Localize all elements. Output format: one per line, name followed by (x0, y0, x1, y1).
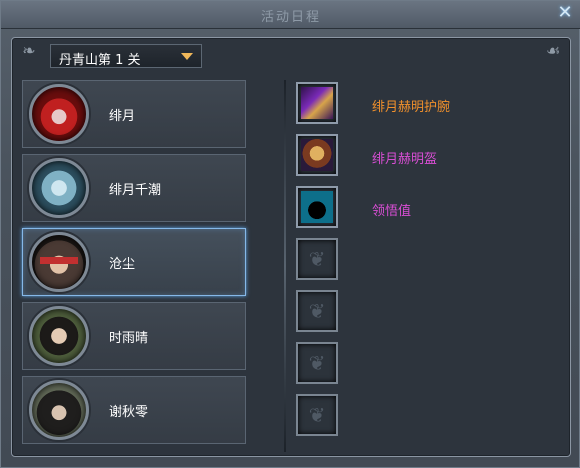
character-row-cangchen[interactable]: 沧尘 (22, 228, 246, 296)
insight-icon (301, 191, 333, 223)
reward-slot[interactable] (296, 134, 338, 176)
chevron-down-icon[interactable] (181, 53, 193, 60)
reward-slot[interactable] (296, 186, 338, 228)
bracer-icon (301, 87, 333, 119)
empty-slot-icon: ❦ (308, 403, 326, 427)
reward-row: 领悟值 (294, 186, 554, 230)
reward-row: ❦ (294, 394, 554, 438)
empty-slot-icon: ❦ (308, 351, 326, 375)
character-name: 绯月千潮 (109, 183, 162, 198)
female-character-portrait (29, 306, 89, 366)
empty-slot-icon: ❦ (308, 299, 326, 323)
character-list: 绯月 绯月千潮 沧尘 时雨晴 谢秋零 (22, 80, 250, 452)
blue-beast-character-portrait (29, 158, 89, 218)
stage-select-value: 丹青山第 1 关 (59, 53, 141, 68)
dark-haired-character-portrait (29, 380, 89, 440)
reward-name: 领悟值 (372, 204, 412, 219)
character-name: 时雨晴 (109, 331, 149, 346)
helmet-icon (301, 139, 333, 171)
empty-reward-slot[interactable]: ❦ (296, 238, 338, 280)
close-button[interactable]: ✕ (555, 3, 575, 23)
reward-row: ❦ (294, 342, 554, 386)
reward-row: ❦ (294, 290, 554, 334)
title-bar[interactable]: 活动日程 ✕ (1, 1, 580, 29)
red-masked-character-portrait (29, 84, 89, 144)
empty-reward-slot[interactable]: ❦ (296, 394, 338, 436)
character-name: 绯月 (109, 109, 136, 124)
character-row-feiyue-qianchao[interactable]: 绯月千潮 (22, 154, 246, 222)
window-title: 活动日程 (260, 10, 321, 25)
character-row-feiyue[interactable]: 绯月 (22, 80, 246, 148)
stage-select-dropdown[interactable]: 丹青山第 1 关 (50, 44, 202, 68)
stage-reward-window: 活动日程 ✕ ❧ ☙ 丹青山第 1 关 绯月 绯月千潮 沧尘 时雨晴 谢秋零 绯… (0, 0, 580, 468)
reward-list: 绯月赫明护腕 绯月赫明盔 领悟值 ❦ ❦ ❦ ❦ (286, 80, 562, 452)
corner-ornament-right-icon: ☙ (545, 41, 561, 60)
character-name: 沧尘 (109, 257, 136, 272)
corner-ornament-left-icon: ❧ (22, 41, 36, 60)
reward-name: 绯月赫明盔 (372, 152, 438, 167)
reward-row: ❦ (294, 238, 554, 282)
content-frame: ❧ ☙ 丹青山第 1 关 绯月 绯月千潮 沧尘 时雨晴 谢秋零 绯月赫明护腕 绯… (11, 37, 571, 457)
empty-reward-slot[interactable]: ❦ (296, 342, 338, 384)
empty-slot-icon: ❦ (308, 247, 326, 271)
reward-slot[interactable] (296, 82, 338, 124)
character-row-xieqiuling[interactable]: 谢秋零 (22, 376, 246, 444)
character-row-shiyuqing[interactable]: 时雨晴 (22, 302, 246, 370)
reward-row: 绯月赫明盔 (294, 134, 554, 178)
reward-row: 绯月赫明护腕 (294, 82, 554, 126)
character-name: 谢秋零 (109, 405, 149, 420)
blindfolded-character-portrait (29, 232, 89, 292)
reward-name: 绯月赫明护腕 (372, 100, 451, 115)
empty-reward-slot[interactable]: ❦ (296, 290, 338, 332)
